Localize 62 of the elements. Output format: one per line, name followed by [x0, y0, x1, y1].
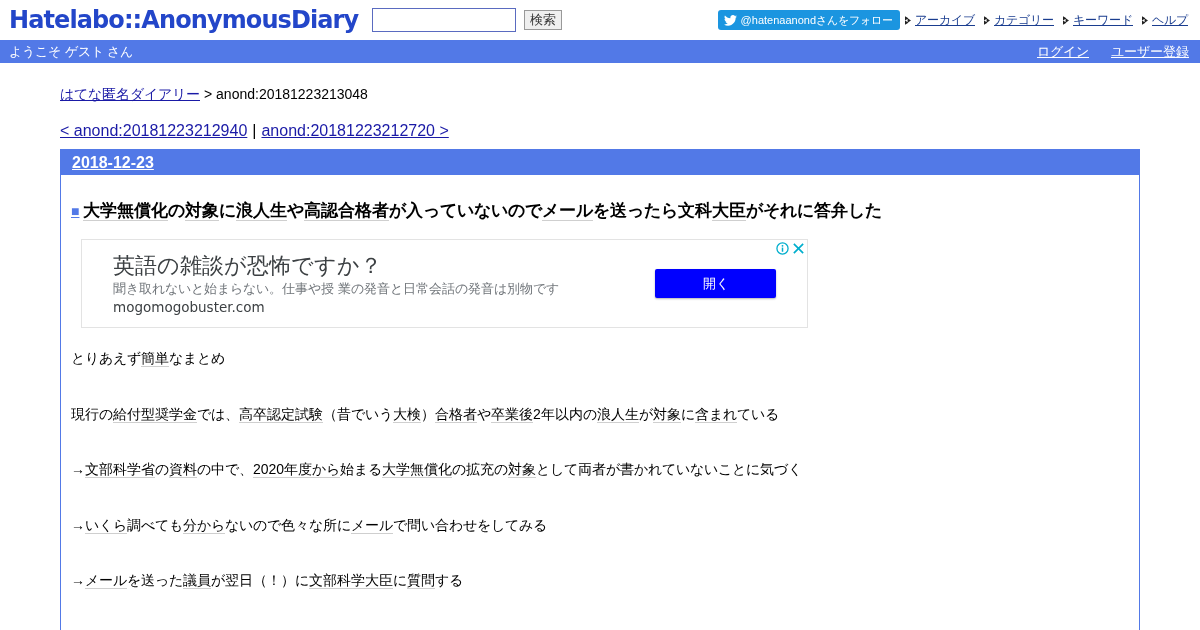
keyword-link[interactable]: 大臣: [712, 201, 747, 221]
keyword-link[interactable]: 対象: [652, 405, 681, 423]
pager-separator: |: [252, 122, 257, 139]
body-paragraph: 現行の給付型奨学金では、高卒認定試験（昔でいう 大検）合格者や卒業後2年以内の浪人生が対象に含まれている: [71, 404, 780, 425]
keyword-link[interactable]: 大学無償化: [382, 461, 453, 478]
ad-open-button[interactable]: 開く: [655, 269, 776, 298]
keyword-link[interactable]: メール: [542, 201, 594, 221]
nav-link[interactable]: カテゴリー: [994, 11, 1054, 29]
keyword-link[interactable]: 大学無償化: [83, 201, 169, 221]
ad-domain: mogomogobuster.com: [113, 297, 266, 316]
nav-link[interactable]: キーワード: [1073, 11, 1133, 29]
breadcrumb-link[interactable]: はてな匿名ダイアリー: [60, 86, 200, 102]
keyword-link[interactable]: 浪人生: [596, 405, 639, 423]
current-entry-id: > anond:20181223213048: [204, 86, 368, 102]
info-icon[interactable]: [776, 242, 789, 255]
keyword-link[interactable]: 文部科学大臣: [309, 572, 393, 589]
keyword-link[interactable]: いくら: [85, 516, 127, 534]
account-link[interactable]: ユーザー登録: [1111, 42, 1189, 61]
body-paragraph: →いくら調べても分から ないので色々な所にメールで問い合わせをしてみる: [71, 515, 548, 536]
keyword-link[interactable]: 質問: [407, 572, 435, 589]
keyword-link[interactable]: 含まれ: [694, 405, 737, 423]
ad-headline: 英語の雑談が恐怖ですか？: [113, 251, 383, 280]
keyword-link[interactable]: 資料: [169, 461, 197, 478]
search-field[interactable]: [372, 8, 517, 32]
ad-description: 聞き取れないと始まらない。仕事や授 業の発音と日常会話の発音は別物です: [113, 279, 561, 298]
keyword-link[interactable]: メール: [351, 516, 393, 534]
entry-title: 大学無償化の対象に浪人生や高認合格者が入っていないのでメールを送ったら文科大臣がそれに答弁した: [83, 201, 883, 221]
previous-entry-link[interactable]: < anond:20181223212940: [60, 122, 248, 139]
search-button[interactable]: 検索: [524, 10, 563, 30]
next-entry-link[interactable]: anond:20181223212720 >: [261, 122, 449, 139]
keyword-link[interactable]: 給付型奨学金: [113, 405, 197, 423]
welcome-text: ようこそ ゲスト さん: [9, 42, 134, 61]
close-icon[interactable]: [792, 242, 805, 255]
ad-banner[interactable]: 英語の雑談が恐怖ですか？ 聞き取れないと始まらない。仕事や授 業の発音と日常会話の発音は別物です mogomogobuster.com 開く: [81, 239, 808, 328]
keyword-link[interactable]: 大検: [393, 405, 421, 423]
keyword-link[interactable]: 対象: [508, 461, 537, 478]
body-paragraph: とりあえず簡単なまとめ: [71, 349, 226, 369]
chevron-icon: [905, 15, 911, 25]
keyword-link[interactable]: 卒業後: [491, 405, 533, 423]
keyword-link[interactable]: 浪人生: [236, 201, 288, 221]
keyword-link[interactable]: 分から: [183, 516, 225, 534]
nav-link[interactable]: アーカイブ: [915, 11, 975, 29]
date-link[interactable]: 2018-12-23: [72, 153, 154, 172]
body-paragraph: →文部科学省の資料の中で、2020年度から始まる 大学無償化の拡充の対象 として両者が書かれていないことに気づく: [71, 460, 804, 480]
bird-icon: [723, 14, 737, 26]
keyword-link[interactable]: 簡単: [141, 350, 169, 367]
keyword-link[interactable]: 文部科学省: [85, 461, 155, 478]
site-logo[interactable]: Hatelabo::AnonymousDiary: [9, 6, 359, 34]
keyword-link[interactable]: メール: [85, 572, 127, 589]
keyword-link[interactable]: 2020年度から: [253, 461, 341, 478]
keyword-link[interactable]: 合格者: [435, 405, 477, 423]
chevron-icon: [1063, 15, 1069, 25]
account-link[interactable]: ログイン: [1037, 42, 1089, 61]
keyword-link[interactable]: 議員: [183, 572, 211, 589]
keyword-link[interactable]: 高認合格者: [304, 201, 390, 221]
keyword-link[interactable]: 対象: [185, 201, 220, 221]
nav-link[interactable]: ヘルプ: [1152, 11, 1188, 29]
keyword-link[interactable]: 高卒認定試験: [239, 405, 323, 423]
body-paragraph: →メールを送った議員が翌日（！）に文部科学大臣に質問する: [71, 571, 464, 591]
permalink[interactable]: ■: [71, 203, 80, 219]
chevron-icon: [1142, 15, 1148, 25]
chevron-icon: [984, 15, 990, 25]
